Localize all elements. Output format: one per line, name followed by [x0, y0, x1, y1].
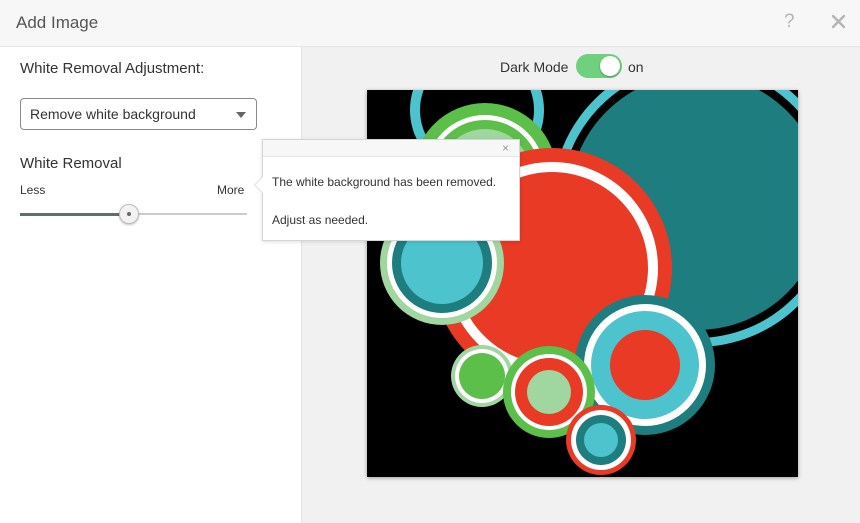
popover-message: The white background has been removed. [272, 175, 497, 189]
dropdown-selected-value: Remove white background [30, 106, 196, 122]
popover-header: × [263, 140, 519, 157]
dialog-titlebar: Add Image ? [0, 0, 860, 47]
white-removal-slider[interactable] [20, 204, 247, 224]
dark-mode-state: on [628, 59, 644, 75]
info-popover: × The white background has been removed.… [254, 139, 520, 241]
popover-arrow-inner [255, 177, 263, 193]
dark-mode-toggle[interactable] [576, 54, 622, 78]
close-icon[interactable] [829, 12, 849, 32]
popover-hint: Adjust as needed. [272, 213, 369, 227]
chevron-down-icon [236, 112, 246, 118]
slider-thumb[interactable] [119, 204, 139, 224]
toggle-knob [600, 56, 620, 76]
dialog-title: Add Image [16, 13, 99, 32]
slider-min-label: Less [20, 183, 46, 197]
settings-panel: White Removal Adjustment: Remove white b… [0, 47, 302, 523]
question-mark-icon[interactable]: ? [784, 11, 795, 33]
close-icon[interactable]: × [502, 142, 509, 154]
removal-mode-dropdown[interactable]: Remove white background [20, 98, 257, 130]
white-removal-label: White Removal [20, 155, 122, 172]
slider-fill [20, 213, 129, 216]
slider-max-label: More [217, 183, 245, 197]
dark-mode-label: Dark Mode [500, 59, 569, 75]
white-removal-adjustment-label: White Removal Adjustment: [20, 60, 205, 77]
